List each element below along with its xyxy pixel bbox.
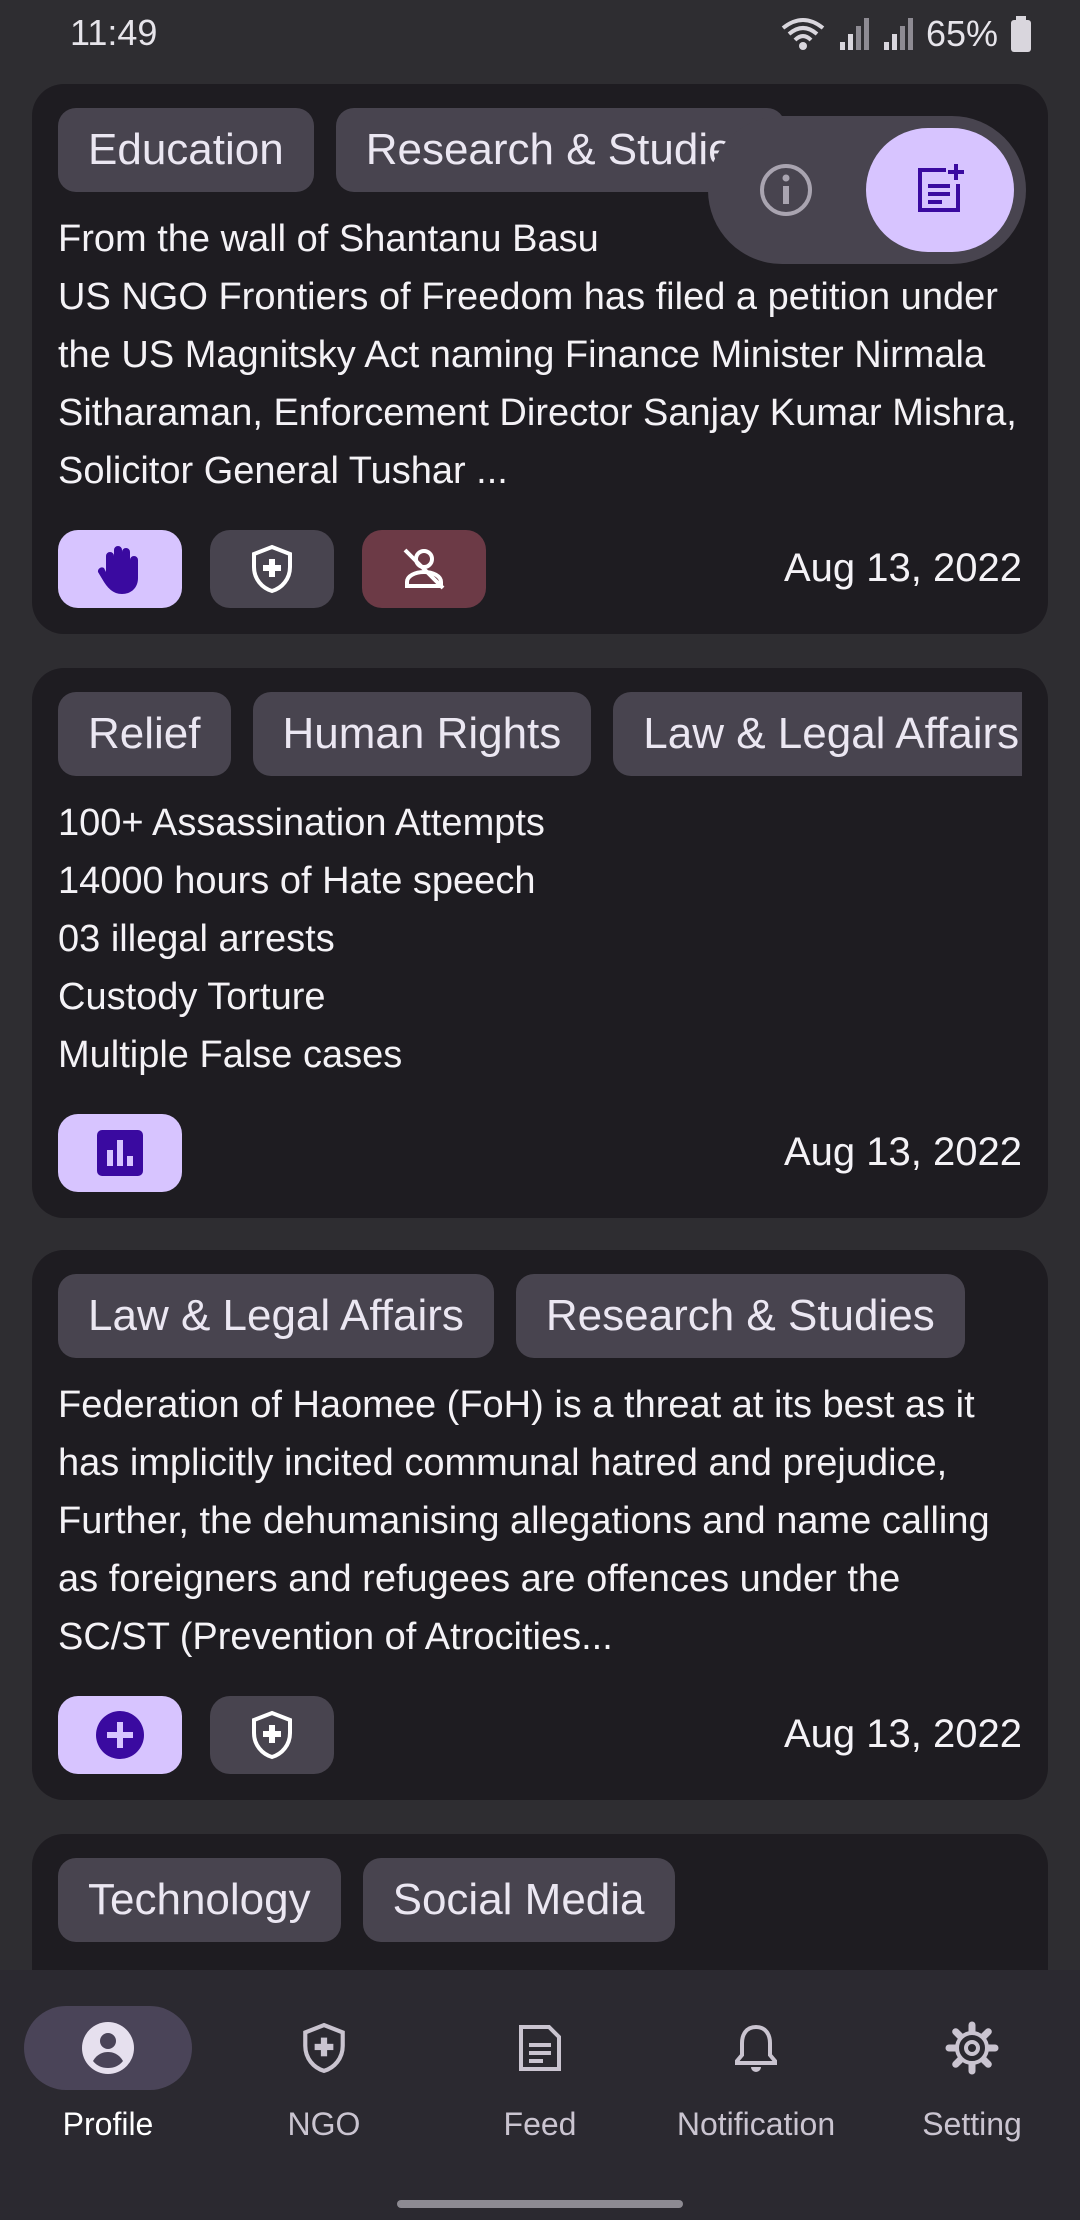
nav-item-notification[interactable]: Notification xyxy=(648,2006,864,2156)
feed-icon xyxy=(519,2025,561,2071)
poll-button[interactable] xyxy=(58,1114,182,1192)
nav-item-ngo[interactable]: NGO xyxy=(216,2006,432,2156)
unfollow-button[interactable] xyxy=(362,530,486,608)
post-date: Aug 13, 2022 xyxy=(784,546,1022,590)
category-chips: Relief Human Rights Law & Legal Affairs xyxy=(58,692,1022,776)
nav-indicator xyxy=(672,2006,840,2090)
raise-hand-button[interactable] xyxy=(58,530,182,608)
bell-icon xyxy=(735,2024,777,2072)
fab-group xyxy=(708,116,1026,264)
nav-indicator xyxy=(240,2006,408,2090)
post-actions xyxy=(58,1696,334,1774)
create-post-button[interactable] xyxy=(866,128,1014,252)
nav-item-setting[interactable]: Setting xyxy=(864,2006,1080,2156)
category-chip[interactable]: Social Media xyxy=(362,1858,675,1942)
post-card[interactable]: Technology Social Media xyxy=(32,1834,1048,1970)
nav-label: Setting xyxy=(922,2106,1022,2142)
nav-item-feed[interactable]: Feed xyxy=(432,2006,648,2156)
hand-icon xyxy=(97,546,138,594)
category-chip[interactable]: Law & Legal Affairs xyxy=(58,1274,494,1358)
ngo-shield-icon xyxy=(252,1710,292,1760)
nav-label: Feed xyxy=(503,2106,577,2142)
nav-indicator xyxy=(888,2006,1056,2090)
category-chip[interactable]: Technology xyxy=(58,1858,341,1942)
post-card[interactable]: Law & Legal Affairs Research & Studies F… xyxy=(32,1250,1048,1800)
category-chips: Law & Legal Affairs Research & Studies xyxy=(58,1274,1022,1358)
category-chip[interactable]: Relief xyxy=(58,692,231,776)
gear-icon xyxy=(945,2021,999,2075)
add-button[interactable] xyxy=(58,1696,182,1774)
info-icon xyxy=(760,164,812,216)
profile-icon xyxy=(82,2022,134,2074)
post-date: Aug 13, 2022 xyxy=(784,1712,1022,1756)
ngo-button[interactable] xyxy=(210,530,334,608)
nav-indicator xyxy=(24,2006,192,2090)
post-actions xyxy=(58,530,486,608)
nav-indicator xyxy=(456,2006,624,2090)
category-chip[interactable]: Research & Studies xyxy=(515,1274,965,1358)
nav-label: NGO xyxy=(287,2106,361,2142)
post-text: Federation of Haomee (FoH) is a threat a… xyxy=(58,1384,990,1658)
info-button[interactable] xyxy=(754,158,818,222)
category-chip[interactable]: Education xyxy=(58,108,314,192)
ngo-button[interactable] xyxy=(210,1696,334,1774)
post-add-icon xyxy=(918,164,964,212)
add-circle-icon xyxy=(96,1711,144,1759)
ngo-shield-icon xyxy=(252,544,292,594)
category-chips: Technology Social Media xyxy=(58,1858,1022,1942)
post-text: 100+ Assassination Attempts 14000 hours … xyxy=(58,802,545,1076)
ngo-shield-icon xyxy=(303,2022,345,2074)
post-actions xyxy=(58,1114,182,1192)
nav-label: Profile xyxy=(62,2106,154,2142)
poll-icon xyxy=(97,1130,143,1176)
home-indicator[interactable] xyxy=(397,2200,683,2208)
post-date: Aug 13, 2022 xyxy=(784,1130,1022,1174)
category-chip[interactable]: Law & Legal Affairs xyxy=(613,692,1022,776)
person-off-icon xyxy=(403,548,445,590)
feed-list[interactable]: Education Research & Studies From the wa… xyxy=(0,0,1080,1970)
nav-item-profile[interactable]: Profile xyxy=(0,2006,216,2156)
bottom-navigation: Profile NGO Feed Notification Setting xyxy=(0,1970,1080,2220)
post-card[interactable]: Relief Human Rights Law & Legal Affairs … xyxy=(32,668,1048,1218)
category-chip[interactable]: Human Rights xyxy=(252,692,592,776)
nav-label: Notification xyxy=(676,2106,836,2142)
